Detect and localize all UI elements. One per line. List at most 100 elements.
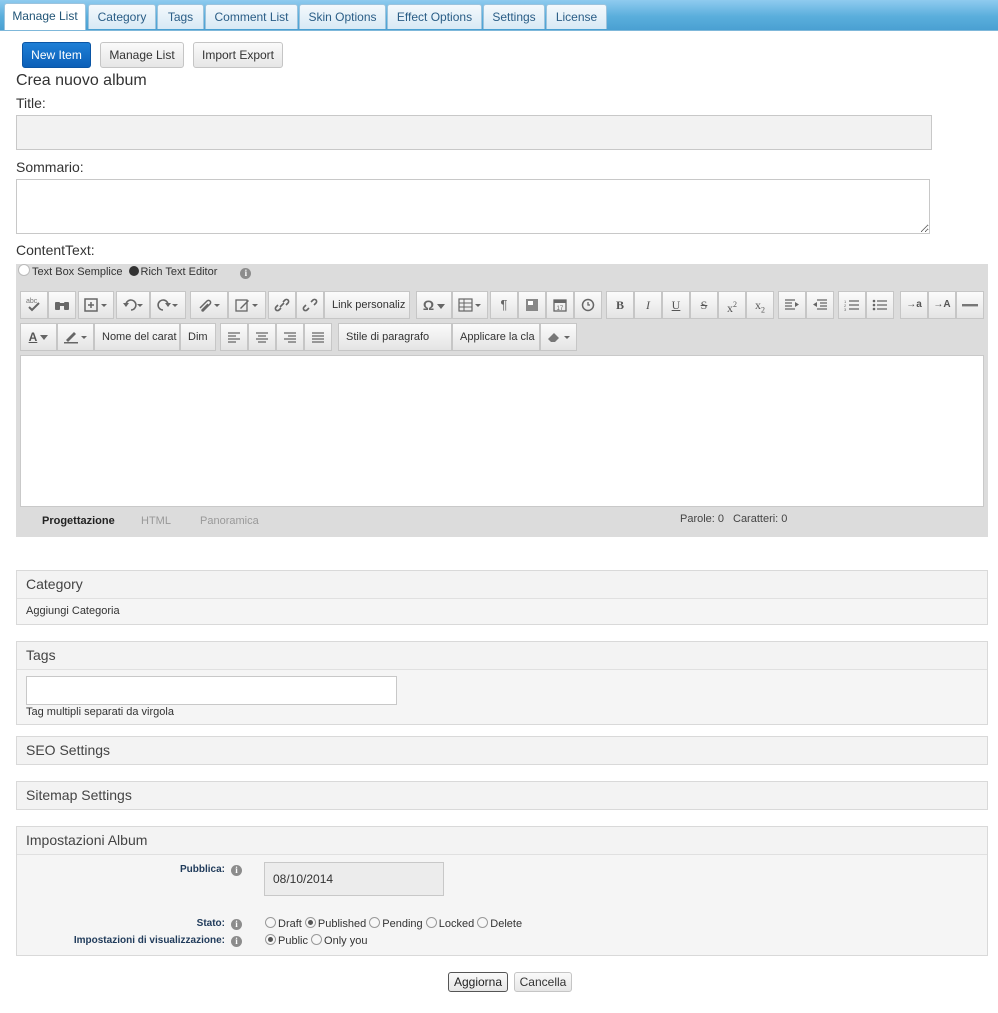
- horizontal-rule-icon[interactable]: [956, 291, 984, 319]
- visibility-radio-only-you[interactable]: [311, 934, 323, 945]
- italic-icon[interactable]: I: [634, 291, 662, 319]
- simple-textbox-radio[interactable]: [18, 264, 30, 276]
- font-size-dropdown[interactable]: Dim: [180, 323, 216, 351]
- visibility-radio-public[interactable]: [265, 934, 276, 945]
- cancel-button[interactable]: Cancella: [514, 972, 572, 992]
- visibility-option-public: Public: [278, 935, 308, 947]
- outdent-icon[interactable]: [806, 291, 834, 319]
- align-left-icon[interactable]: [220, 323, 248, 351]
- attachment-paperclip-icon[interactable]: [190, 291, 228, 319]
- apply-class-dropdown[interactable]: Applicare la cla: [452, 323, 540, 351]
- char-count: Caratteri: 0: [733, 513, 788, 525]
- title-input[interactable]: [16, 115, 932, 150]
- album-settings-title[interactable]: Impostazioni Album: [17, 827, 987, 855]
- status-radio-published[interactable]: [304, 917, 316, 928]
- status-radio-locked[interactable]: [425, 917, 437, 928]
- subscript-icon[interactable]: x2: [746, 291, 774, 319]
- tab-settings[interactable]: Settings: [483, 4, 545, 29]
- status-info-icon[interactable]: i: [231, 919, 242, 930]
- bold-icon[interactable]: B: [606, 291, 634, 319]
- lowercase-icon[interactable]: →a: [900, 291, 928, 319]
- indent-icon[interactable]: [778, 291, 806, 319]
- svg-text:3: 3: [844, 307, 847, 311]
- tags-section-title[interactable]: Tags: [17, 642, 987, 670]
- redo-icon[interactable]: [150, 291, 186, 319]
- paragraph-style-dropdown[interactable]: Stile di paragrafo: [338, 323, 452, 351]
- spellcheck-icon[interactable]: abc: [20, 291, 48, 319]
- visibility-label: Impostazioni di visualizzazione:: [73, 935, 225, 946]
- sitemap-settings-title[interactable]: Sitemap Settings: [17, 782, 987, 809]
- tab-skin-options[interactable]: Skin Options: [299, 4, 386, 29]
- insert-plus-icon[interactable]: [78, 291, 114, 319]
- undo-icon[interactable]: [116, 291, 150, 319]
- rich-editor-label: Rich Text Editor: [140, 266, 218, 278]
- publish-date-input[interactable]: [264, 862, 444, 896]
- category-section-title[interactable]: Category: [17, 571, 987, 599]
- manage-list-button[interactable]: Manage List: [100, 42, 184, 68]
- link-icon[interactable]: [268, 291, 296, 319]
- new-item-button[interactable]: New Item: [22, 42, 91, 68]
- clock-icon[interactable]: [574, 291, 602, 319]
- calendar-icon[interactable]: 17: [546, 291, 574, 319]
- status-radio-delete[interactable]: [477, 917, 489, 928]
- unlink-icon[interactable]: [296, 291, 324, 319]
- tab-tags[interactable]: Tags: [157, 4, 204, 29]
- table-icon[interactable]: [452, 291, 488, 319]
- custom-link-dropdown[interactable]: Link personaliz: [324, 291, 410, 319]
- editor-content-area[interactable]: [20, 355, 984, 507]
- svg-text:abc: abc: [26, 298, 38, 305]
- publish-info-icon[interactable]: i: [231, 865, 242, 876]
- status-option-published: Published: [317, 918, 367, 930]
- html-mode-tab[interactable]: HTML: [141, 515, 171, 527]
- summary-textarea[interactable]: [16, 179, 930, 234]
- tab-comment-list[interactable]: Comment List: [205, 4, 298, 29]
- seo-settings-title[interactable]: SEO Settings: [17, 737, 987, 764]
- add-category-link[interactable]: Aggiungi Categoria: [26, 605, 120, 617]
- visibility-info-icon[interactable]: i: [231, 936, 242, 947]
- seo-settings-section[interactable]: SEO Settings: [16, 736, 988, 765]
- summary-label: Sommario:: [16, 159, 84, 175]
- paragraph-mark-icon[interactable]: ¶: [490, 291, 518, 319]
- status-radio-pending[interactable]: [369, 917, 381, 928]
- eraser-icon[interactable]: [540, 323, 577, 351]
- special-char-omega-icon[interactable]: Ω: [416, 291, 452, 319]
- update-button[interactable]: Aggiorna: [448, 972, 508, 992]
- top-tab-bar: Manage List Category Tags Comment List S…: [0, 0, 998, 31]
- category-section: Category Aggiungi Categoria: [16, 570, 988, 625]
- tab-effect-options[interactable]: Effect Options: [387, 4, 482, 29]
- visibility-radio-group: Public Only you: [265, 934, 367, 947]
- tags-section: Tags Tag multipli separati da virgola: [16, 641, 988, 725]
- align-center-icon[interactable]: [248, 323, 276, 351]
- align-right-icon[interactable]: [276, 323, 304, 351]
- tab-license[interactable]: License: [546, 4, 607, 29]
- image-icon[interactable]: [518, 291, 546, 319]
- tab-category[interactable]: Category: [88, 4, 156, 29]
- import-export-button[interactable]: Import Export: [193, 42, 283, 68]
- status-label: Stato:: [196, 918, 225, 929]
- sitemap-settings-section[interactable]: Sitemap Settings: [16, 781, 988, 810]
- tab-manage-list[interactable]: Manage List: [4, 3, 86, 30]
- preview-mode-tab[interactable]: Panoramica: [200, 515, 259, 527]
- rich-editor-radio[interactable]: [128, 266, 139, 276]
- underline-icon[interactable]: U: [662, 291, 690, 319]
- font-color-icon[interactable]: A: [20, 323, 57, 351]
- design-mode-tab[interactable]: Progettazione: [42, 515, 115, 527]
- content-label: ContentText:: [16, 242, 95, 258]
- editor-info-icon[interactable]: i: [240, 268, 252, 279]
- uppercase-icon[interactable]: →A: [928, 291, 956, 319]
- status-radio-draft[interactable]: [265, 917, 276, 928]
- edit-pencil-icon[interactable]: [228, 291, 266, 319]
- page-title: Crea nuovo album: [16, 72, 147, 89]
- strikethrough-icon[interactable]: S: [690, 291, 718, 319]
- ordered-list-icon[interactable]: 123: [838, 291, 866, 319]
- album-settings-section: Impostazioni Album Pubblica: i Stato: i …: [16, 826, 988, 956]
- unordered-list-icon[interactable]: [866, 291, 894, 319]
- font-name-dropdown[interactable]: Nome del carat: [94, 323, 180, 351]
- align-justify-icon[interactable]: [304, 323, 332, 351]
- highlight-color-icon[interactable]: [57, 323, 94, 351]
- simple-textbox-label: Text Box Semplice: [32, 266, 123, 278]
- find-binoculars-icon[interactable]: [48, 291, 76, 319]
- editor-toolbar-row-2: A Nome del carat Dim Stile di paragrafo …: [20, 323, 984, 351]
- tags-input[interactable]: [26, 676, 397, 705]
- superscript-icon[interactable]: x2: [718, 291, 746, 319]
